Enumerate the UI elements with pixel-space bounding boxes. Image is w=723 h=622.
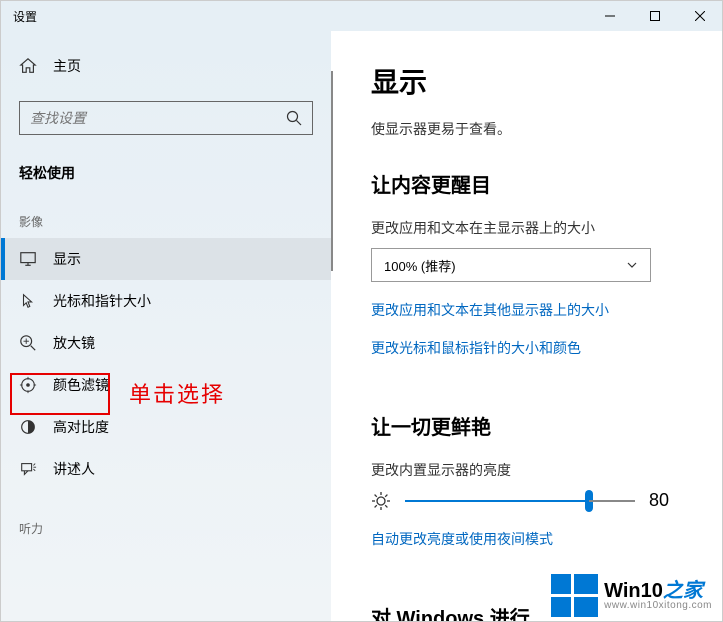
category-title: 轻松使用 (1, 153, 331, 203)
chevron-down-icon (626, 259, 638, 271)
page-subtitle: 使显示器更易于查看。 (371, 119, 682, 139)
scrollbar[interactable] (331, 71, 333, 271)
home-icon (19, 57, 37, 75)
section-vision: 影像 (1, 203, 331, 238)
sidebar-item-magnifier[interactable]: 放大镜 (1, 322, 331, 364)
section1-title: 让内容更醒目 (371, 169, 682, 198)
monitor-icon (19, 250, 37, 268)
scale-dropdown[interactable]: 100% (推荐) (371, 248, 651, 282)
link-night-mode[interactable]: 自动更改亮度或使用夜间模式 (371, 529, 682, 549)
sidebar-item-label: 显示 (53, 249, 81, 269)
sidebar: 主页 轻松使用 影像 显示 光标和指针大小 (1, 31, 331, 621)
sidebar-item-label: 讲述人 (53, 459, 95, 479)
sidebar-item-narrator[interactable]: 讲述人 (1, 448, 331, 490)
search-box[interactable] (19, 101, 313, 135)
main-panel: 显示 使显示器更易于查看。 让内容更醒目 更改应用和文本在主显示器上的大小 10… (331, 31, 722, 621)
search-icon (286, 110, 302, 126)
titlebar: 设置 (1, 1, 722, 31)
home-link[interactable]: 主页 (1, 46, 331, 86)
window-controls (587, 1, 722, 31)
sidebar-item-colorfilter[interactable]: 颜色滤镜 (1, 364, 331, 406)
link-cursor-pointer[interactable]: 更改光标和鼠标指针的大小和颜色 (371, 338, 682, 358)
sidebar-item-label: 光标和指针大小 (53, 291, 151, 311)
brightness-icon (371, 491, 391, 511)
sidebar-item-display[interactable]: 显示 (1, 238, 331, 280)
home-label: 主页 (53, 56, 81, 76)
watermark-brand: Win10之家 (604, 581, 712, 601)
brightness-slider-row: 80 (371, 490, 682, 511)
scale-label: 更改应用和文本在主显示器上的大小 (371, 218, 682, 238)
cursor-icon (19, 292, 37, 310)
sidebar-item-label: 高对比度 (53, 417, 109, 437)
contrast-icon (19, 418, 37, 436)
sidebar-item-label: 放大镜 (53, 333, 95, 353)
section2-title: 让一切更鲜艳 (371, 411, 682, 440)
search-input[interactable] (30, 110, 286, 126)
narrator-icon (19, 460, 37, 478)
windows-logo-icon (551, 574, 598, 617)
scale-value: 100% (推荐) (384, 256, 456, 275)
link-other-displays[interactable]: 更改应用和文本在其他显示器上的大小 (371, 300, 682, 320)
page-title: 显示 (371, 61, 682, 101)
window-title: 设置 (13, 8, 587, 25)
filter-icon (19, 376, 37, 394)
sidebar-item-cursor[interactable]: 光标和指针大小 (1, 280, 331, 322)
magnifier-icon (19, 334, 37, 352)
maximize-button[interactable] (632, 1, 677, 31)
brightness-value: 80 (649, 490, 679, 511)
sidebar-item-highcontrast[interactable]: 高对比度 (1, 406, 331, 448)
slider-thumb[interactable] (585, 490, 593, 512)
close-button[interactable] (677, 1, 722, 31)
section-hearing: 听力 (1, 510, 331, 545)
watermark: Win10之家 www.win10xitong.com (551, 574, 712, 617)
sidebar-item-label: 颜色滤镜 (53, 375, 109, 395)
brightness-slider[interactable] (405, 500, 635, 502)
brightness-label: 更改内置显示器的亮度 (371, 460, 682, 480)
minimize-button[interactable] (587, 1, 632, 31)
watermark-url: www.win10xitong.com (604, 601, 712, 611)
